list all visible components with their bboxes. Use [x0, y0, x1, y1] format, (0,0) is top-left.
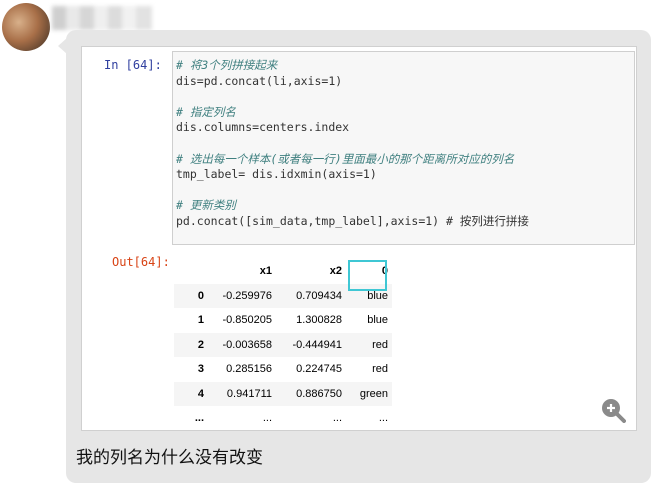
code-comment-line: # 更新类别 — [176, 198, 236, 213]
table-cell: -0.003658 — [222, 338, 272, 351]
row-index: 2 — [197, 338, 204, 351]
table-cell: 0.285156 — [226, 363, 272, 376]
table-header-row: x1 x2 0 — [174, 259, 392, 291]
row-index: 1 — [197, 314, 204, 327]
table-cell: -0.259976 — [222, 289, 272, 302]
table-cell: red — [372, 363, 388, 376]
table-cell: -0.850205 — [222, 314, 272, 327]
code-comment-line: # 将3个列拼接起来 — [176, 58, 278, 72]
highlight-box — [348, 260, 387, 291]
table-row: 1 -0.850205 1.300828 blue — [174, 308, 392, 333]
table-cell: 0.941711 — [226, 387, 272, 400]
table-cell: 0.224745 — [296, 363, 342, 376]
in-prompt: In [64]: — [104, 58, 162, 72]
table-cell: blue — [367, 314, 388, 327]
code-line: pd.concat([sim_data,tmp_label],axis=1) #… — [176, 213, 529, 228]
row-index: ... — [194, 412, 204, 425]
user-avatar[interactable] — [2, 3, 50, 51]
table-cell: 1.300828 — [296, 314, 342, 327]
table-cell: ... — [262, 412, 272, 425]
code-cell: # 将3个列拼接起来 dis=pd.concat(li,axis=1) # 指定列名… — [172, 51, 635, 245]
table-row: 3 0.285156 0.224745 red — [174, 357, 392, 382]
table-row: ............ — [174, 406, 392, 430]
table-row: 2 -0.003658 -0.444941 red — [174, 332, 392, 357]
code-line: dis.columns=centers.index — [176, 120, 350, 135]
zoom-in-icon[interactable] — [600, 397, 626, 423]
chat-message-text: 我的列名为什么没有改变 — [76, 448, 263, 468]
row-index: 3 — [197, 363, 204, 376]
table-cell: 0.886750 — [296, 387, 342, 400]
table-cell: -0.444941 — [292, 338, 342, 351]
row-index: 0 — [197, 289, 204, 302]
notebook-screenshot[interactable]: In [64]: # 将3个列拼接起来 dis=pd.concat(li,axis… — [81, 46, 637, 431]
row-index: 4 — [197, 387, 204, 400]
code-comment-line: # 选出每一个样本(或者每一行)里面最小的那个距离所对应的列名 — [176, 151, 515, 166]
table-row: 4 0.941711 0.886750 green — [174, 381, 392, 406]
out-prompt: Out[64]: — [112, 255, 170, 269]
table-cell: red — [372, 338, 388, 351]
code-comment-line: # 指定列名 — [176, 104, 236, 119]
table-cell: green — [359, 387, 388, 400]
table-cell: ... — [332, 412, 342, 425]
column-header-x1: x1 — [259, 265, 272, 278]
column-header-x2: x2 — [329, 265, 342, 278]
code-line: tmp_label= dis.idxmin(axis=1) — [176, 167, 377, 182]
code-line: dis=pd.concat(li,axis=1) — [176, 73, 343, 88]
output-dataframe: x1 x2 0 0 -0.259976 0.709434 blue 1 -0.850205… — [174, 259, 392, 430]
table-cell: 0.709434 — [296, 289, 342, 302]
column-header-0: 0 — [346, 259, 392, 291]
username-blurred — [52, 6, 152, 30]
column-header-index — [174, 259, 208, 284]
table-cell: ... — [378, 412, 388, 425]
